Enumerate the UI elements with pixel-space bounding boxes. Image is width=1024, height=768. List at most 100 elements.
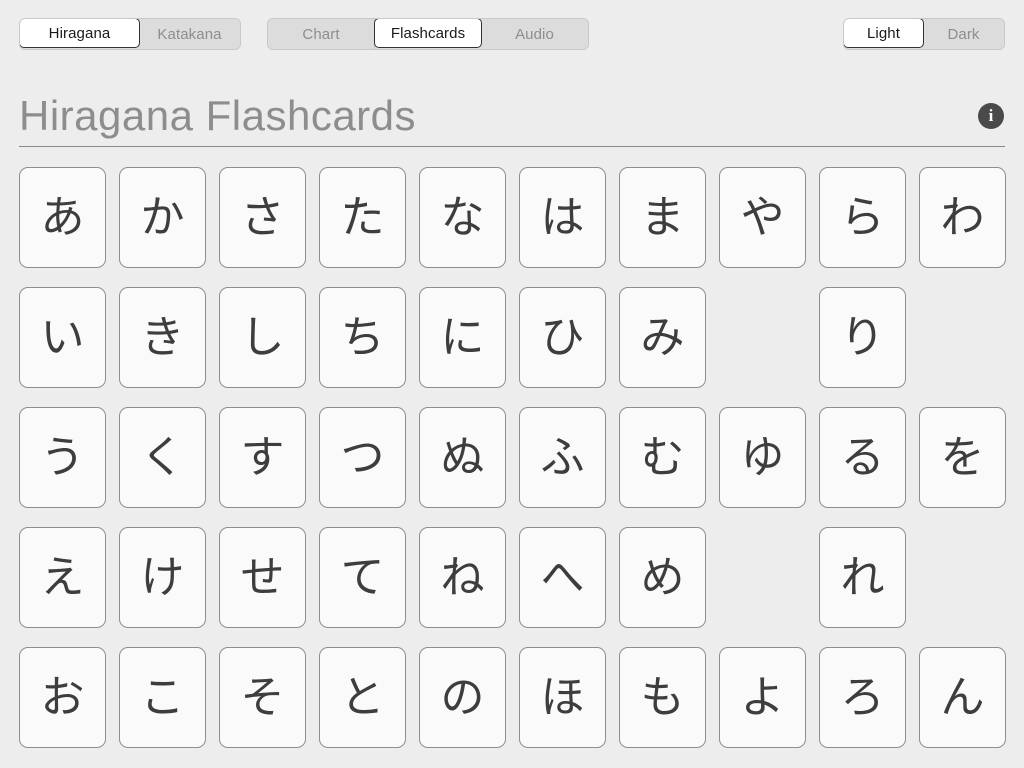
- theme-light-button[interactable]: Light: [844, 19, 924, 48]
- flashcard-glyph: つ: [340, 431, 385, 483]
- flashcard-glyph: せ: [240, 551, 285, 603]
- top-toolbar: Hiragana Katakana Chart Flashcards Audio…: [0, 18, 1024, 50]
- flashcard-glyph: ち: [340, 311, 385, 363]
- page-header: Hiragana Flashcards i: [19, 86, 1005, 146]
- flashcard-glyph: て: [340, 551, 385, 603]
- flashcard[interactable]: ち: [319, 287, 406, 388]
- flashcard[interactable]: せ: [219, 527, 306, 628]
- info-icon[interactable]: i: [978, 103, 1004, 129]
- flashcard[interactable]: け: [119, 527, 206, 628]
- flashcard-glyph: た: [340, 191, 385, 243]
- flashcard-glyph: そ: [240, 671, 285, 723]
- tab-chart[interactable]: Chart: [268, 19, 375, 49]
- flashcard[interactable]: ろ: [819, 647, 906, 748]
- flashcard-glyph: り: [840, 311, 885, 363]
- flashcard[interactable]: す: [219, 407, 306, 508]
- flashcard-empty: [719, 287, 806, 388]
- flashcard-glyph: へ: [540, 551, 585, 603]
- theme-selector[interactable]: Light Dark: [843, 18, 1005, 50]
- flashcard-glyph: も: [640, 671, 685, 723]
- flashcard-glyph: を: [940, 431, 985, 483]
- flashcard-glyph: み: [640, 311, 685, 363]
- flashcard-glyph: ね: [440, 551, 485, 603]
- flashcard[interactable]: る: [819, 407, 906, 508]
- flashcard[interactable]: う: [19, 407, 106, 508]
- flashcard[interactable]: き: [119, 287, 206, 388]
- flashcard[interactable]: と: [319, 647, 406, 748]
- script-selector[interactable]: Hiragana Katakana: [19, 18, 241, 50]
- flashcard[interactable]: れ: [819, 527, 906, 628]
- flashcard[interactable]: え: [19, 527, 106, 628]
- flashcard[interactable]: か: [119, 167, 206, 268]
- flashcard-glyph: に: [440, 311, 485, 363]
- flashcard[interactable]: つ: [319, 407, 406, 508]
- flashcard[interactable]: あ: [19, 167, 106, 268]
- flashcard-glyph: れ: [840, 551, 885, 603]
- mode-selector[interactable]: Chart Flashcards Audio: [267, 18, 589, 50]
- flashcard-glyph: う: [40, 431, 85, 483]
- flashcard[interactable]: ま: [619, 167, 706, 268]
- flashcard-glyph: こ: [140, 671, 185, 723]
- flashcard[interactable]: く: [119, 407, 206, 508]
- flashcard[interactable]: に: [419, 287, 506, 388]
- flashcard-glyph: き: [140, 311, 185, 363]
- tab-katakana[interactable]: Katakana: [139, 19, 240, 49]
- flashcard[interactable]: こ: [119, 647, 206, 748]
- flashcard-glyph: め: [640, 551, 685, 603]
- flashcard-glyph: あ: [40, 191, 85, 243]
- flashcard-glyph: ふ: [540, 431, 585, 483]
- flashcard-glyph: ま: [640, 191, 685, 243]
- flashcard[interactable]: て: [319, 527, 406, 628]
- flashcard[interactable]: ゆ: [719, 407, 806, 508]
- flashcard[interactable]: そ: [219, 647, 306, 748]
- flashcard[interactable]: む: [619, 407, 706, 508]
- flashcard[interactable]: ね: [419, 527, 506, 628]
- theme-dark-button[interactable]: Dark: [923, 19, 1004, 49]
- flashcard-glyph: は: [540, 191, 585, 243]
- flashcard-glyph: わ: [940, 191, 985, 243]
- flashcard-glyph: す: [240, 431, 285, 483]
- flashcard[interactable]: よ: [719, 647, 806, 748]
- flashcard[interactable]: い: [19, 287, 106, 388]
- flashcard-glyph: と: [340, 671, 385, 723]
- flashcard-glyph: ぬ: [440, 431, 485, 483]
- flashcard-glyph: む: [640, 431, 685, 483]
- flashcard[interactable]: り: [819, 287, 906, 388]
- flashcard[interactable]: の: [419, 647, 506, 748]
- flashcard-glyph: よ: [740, 671, 785, 723]
- flashcard[interactable]: ほ: [519, 647, 606, 748]
- flashcard[interactable]: ん: [919, 647, 1006, 748]
- flashcard[interactable]: た: [319, 167, 406, 268]
- flashcard[interactable]: な: [419, 167, 506, 268]
- flashcard[interactable]: ら: [819, 167, 906, 268]
- flashcard[interactable]: ぬ: [419, 407, 506, 508]
- flashcard-glyph: く: [140, 431, 185, 483]
- flashcard-glyph: い: [40, 311, 85, 363]
- flashcard-empty: [919, 527, 1006, 628]
- flashcard[interactable]: ふ: [519, 407, 606, 508]
- flashcard[interactable]: お: [19, 647, 106, 748]
- flashcard[interactable]: し: [219, 287, 306, 388]
- header-divider: [19, 146, 1005, 147]
- flashcard[interactable]: や: [719, 167, 806, 268]
- flashcard[interactable]: め: [619, 527, 706, 628]
- flashcard[interactable]: を: [919, 407, 1006, 508]
- flashcard-glyph: け: [140, 551, 185, 603]
- tab-flashcards[interactable]: Flashcards: [374, 19, 482, 48]
- flashcard-empty: [919, 287, 1006, 388]
- flashcard[interactable]: も: [619, 647, 706, 748]
- flashcard-glyph: お: [40, 671, 85, 723]
- tab-audio[interactable]: Audio: [481, 19, 588, 49]
- flashcard-glyph: や: [740, 191, 785, 243]
- flashcard-glyph: ん: [940, 671, 985, 723]
- flashcard[interactable]: み: [619, 287, 706, 388]
- flashcard-glyph: さ: [240, 191, 285, 243]
- flashcard[interactable]: わ: [919, 167, 1006, 268]
- flashcard[interactable]: さ: [219, 167, 306, 268]
- flashcard[interactable]: へ: [519, 527, 606, 628]
- flashcard[interactable]: は: [519, 167, 606, 268]
- flashcard[interactable]: ひ: [519, 287, 606, 388]
- tab-hiragana[interactable]: Hiragana: [20, 19, 140, 48]
- flashcard-glyph: ろ: [840, 671, 885, 723]
- flashcard-empty: [719, 527, 806, 628]
